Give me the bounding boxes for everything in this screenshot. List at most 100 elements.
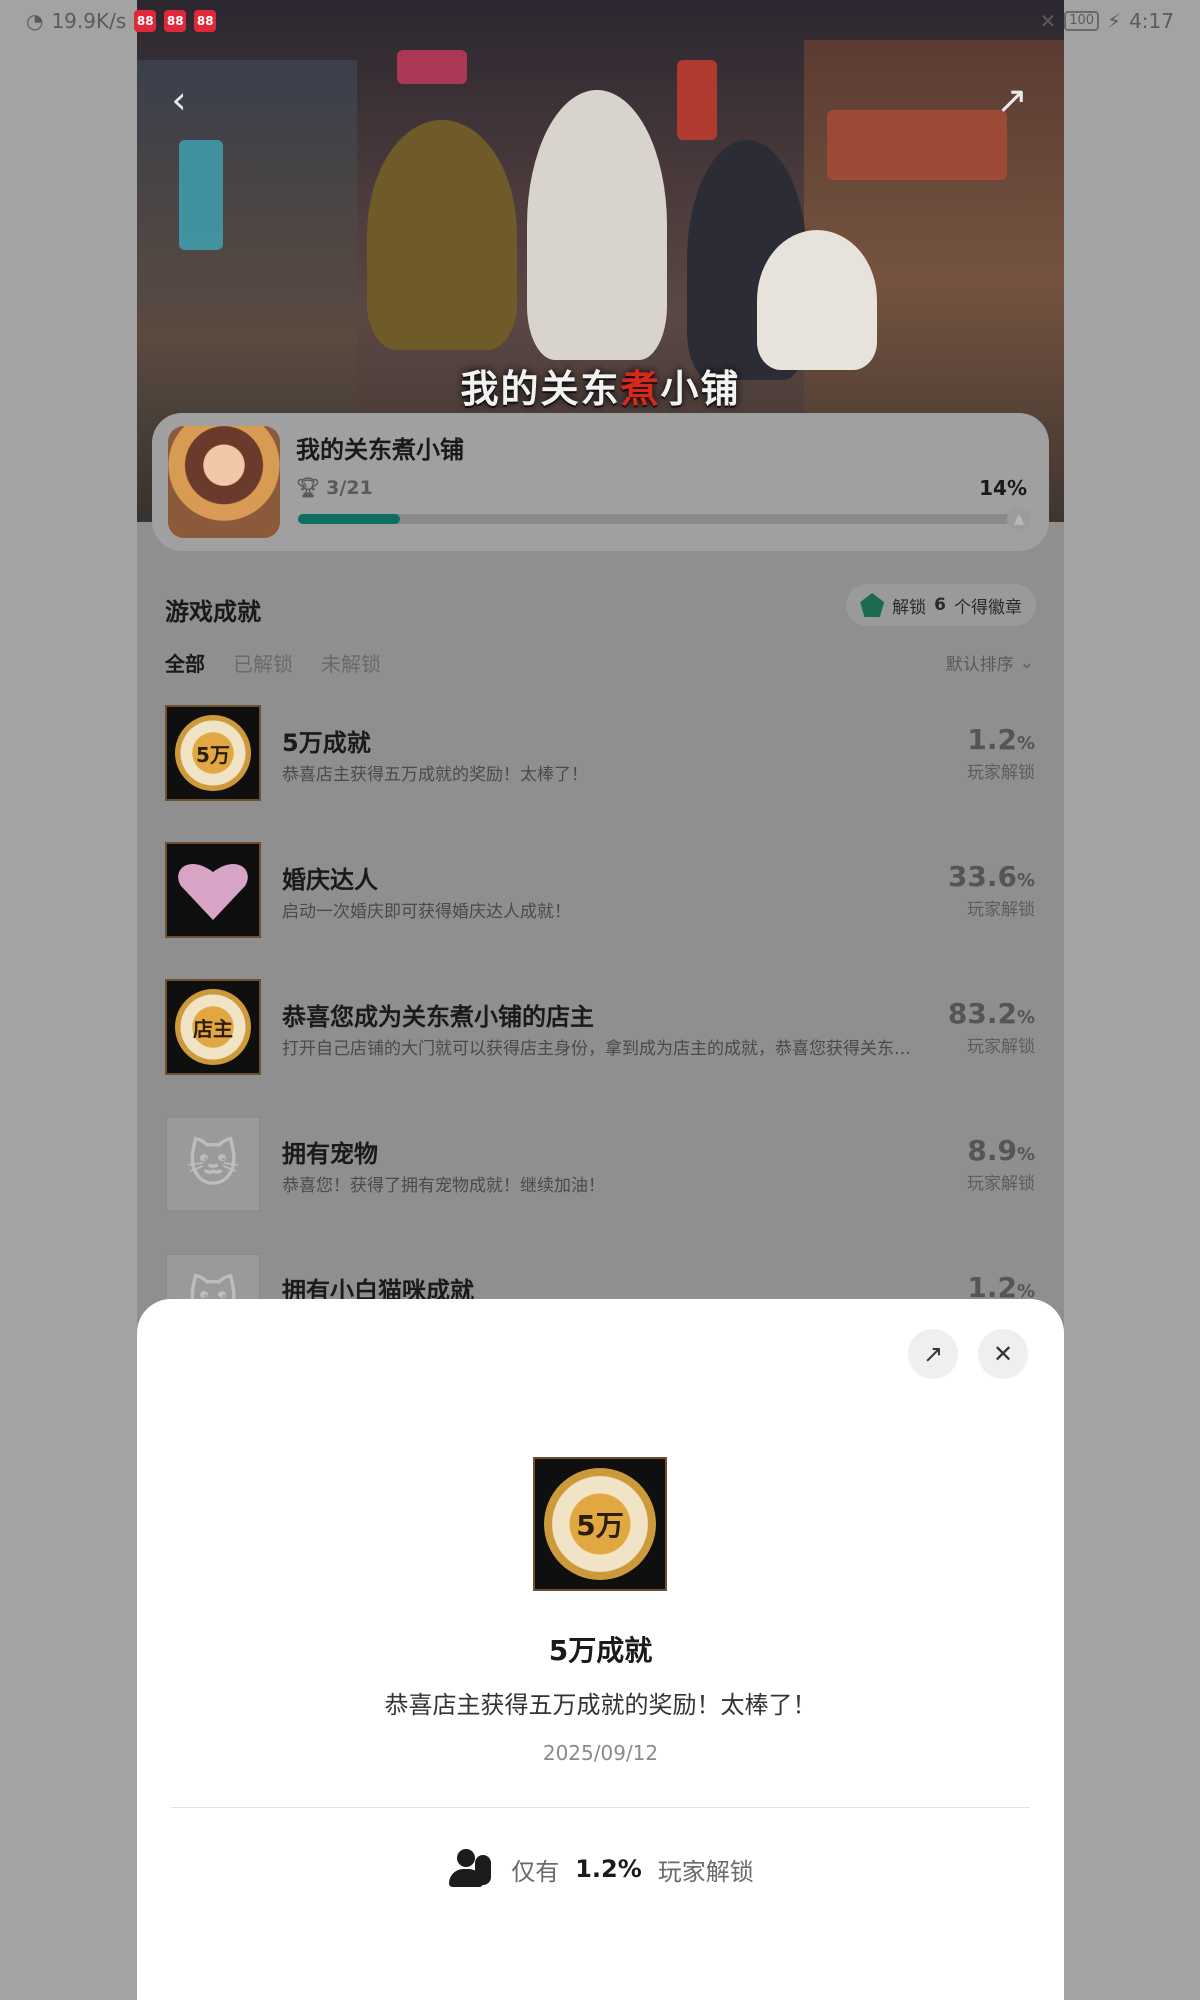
hero-title-suffix: 小铺 xyxy=(660,367,741,411)
sheet-close-button[interactable]: ✕ xyxy=(978,1329,1028,1379)
list-item[interactable]: 婚庆达人 启动一次婚庆即可获得婚庆达人成就！ 33.6% 玩家解锁 xyxy=(165,842,1035,979)
achievement-rate: 1.2% 玩家解锁 xyxy=(967,723,1035,783)
achievement-desc: 恭喜您！获得了拥有宠物成就！继续加油！ xyxy=(282,1176,605,1196)
sheet-desc: 恭喜店主获得五万成就的奖励！太棒了！ xyxy=(384,1691,817,1719)
rate-percent-sign: % xyxy=(1016,870,1035,891)
sort-label: 默认排序 xyxy=(945,655,1014,675)
close-icon: ✕ xyxy=(992,1340,1014,1368)
achievement-title: 拥有宠物 xyxy=(282,1140,378,1168)
rate-value: 8.9 xyxy=(967,1134,1017,1167)
list-item[interactable]: 店主 恭喜您成为关东煮小铺的店主 打开自己店铺的大门就可以获得店主身份，拿到成为… xyxy=(165,979,1035,1116)
trophy-icon: 🏆︎ xyxy=(296,477,321,499)
app-notification-icon: 88 xyxy=(134,10,157,32)
hero-robot xyxy=(367,120,517,350)
rate-value: 83.2 xyxy=(947,997,1017,1030)
rate-value: 1.2 xyxy=(967,723,1017,756)
achievement-rate: 83.2% 玩家解锁 xyxy=(948,997,1035,1057)
progress-fill xyxy=(298,514,401,524)
achievement-icon: 5万 xyxy=(165,705,261,801)
rate-label: 玩家解锁 xyxy=(967,763,1035,783)
rate-percent-sign: % xyxy=(1016,1007,1035,1028)
badge-text-suffix: 个得徽章 xyxy=(954,597,1022,618)
hero-neon-sign xyxy=(827,110,1007,180)
sheet-achievement-icon: 5万 xyxy=(533,1457,667,1591)
achievement-icon: 店主 xyxy=(165,979,261,1075)
silent-icon: ✕ xyxy=(1039,9,1057,33)
list-item[interactable]: 🐱︎ 拥有宠物 恭喜您！获得了拥有宠物成就！继续加油！ 8.9% 玩家解锁 xyxy=(165,1116,1035,1253)
tab-locked[interactable]: 未解锁 xyxy=(321,648,381,677)
wifi-icon: ◔ xyxy=(26,9,44,33)
clock: 4:17 xyxy=(1129,9,1174,33)
sheet-unlock-stat: 仅有 1.2% 玩家解锁 xyxy=(137,1849,1064,1889)
achievement-desc: 恭喜店主获得五万成就的奖励！太棒了！ xyxy=(282,765,588,785)
achievement-icon xyxy=(165,842,261,938)
progress-end-icon: ▲ xyxy=(1007,507,1031,531)
heart-icon xyxy=(177,858,249,922)
list-item[interactable]: 5万 5万成就 恭喜店主获得五万成就的奖励！太棒了！ 1.2% 玩家解锁 xyxy=(165,705,1035,842)
progress-bar: ▲ xyxy=(298,507,1031,531)
sort-dropdown[interactable]: 默认排序 ⌄ xyxy=(945,650,1034,676)
achievement-list: 5万 5万成就 恭喜店主获得五万成就的奖励！太棒了！ 1.2% 玩家解锁 婚庆达… xyxy=(165,705,1035,1390)
rate-value: 33.6 xyxy=(947,860,1017,893)
game-info-card[interactable]: 我的关东煮小铺 🏆︎ 3/21 14% ▲ xyxy=(152,413,1049,551)
rate-label: 玩家解锁 xyxy=(967,1174,1035,1194)
tab-all[interactable]: 全部 xyxy=(165,648,205,677)
stat-value: 1.2% xyxy=(575,1855,642,1883)
network-speed: 19.9K/s xyxy=(51,9,127,33)
achievement-detail-sheet: ↗ ✕ 5万 5万成就 恭喜店主获得五万成就的奖励！太棒了！ 2025/09/1… xyxy=(137,1299,1064,2000)
share-icon: ↗ xyxy=(922,1340,944,1368)
game-meta: 我的关东煮小铺 🏆︎ 3/21 14% ▲ xyxy=(296,426,1033,538)
hero-neon-sign xyxy=(677,60,717,140)
achievement-title: 婚庆达人 xyxy=(282,866,378,894)
hero-neon-sign xyxy=(179,140,223,250)
rate-percent-sign: % xyxy=(1016,733,1035,754)
badge-unlock-pill[interactable]: 解锁 6 个得徽章 xyxy=(846,584,1036,626)
cat-icon: 🐱︎ xyxy=(186,1135,240,1193)
hero-title-accent: 煮 xyxy=(620,367,661,411)
chevron-left-icon: ‹ xyxy=(171,78,187,122)
stat-prefix: 仅有 xyxy=(511,1857,560,1886)
achievement-rate: 33.6% 玩家解锁 xyxy=(948,860,1035,920)
trophy-count: 3/21 xyxy=(326,476,373,499)
trophy-row: 🏆︎ 3/21 xyxy=(296,476,373,500)
hero-penguin xyxy=(757,230,877,370)
boss-medal-icon: 店主 xyxy=(175,989,251,1065)
section-title: 游戏成就 xyxy=(165,598,261,626)
sheet-title: 5万成就 xyxy=(548,1634,653,1667)
users-icon xyxy=(447,1849,495,1889)
badge-count: 6 xyxy=(934,595,946,615)
rate-percent-sign: % xyxy=(1016,1144,1035,1165)
badge-gem-icon xyxy=(860,593,885,617)
hero-bunny-girl xyxy=(527,90,667,360)
battery-icon: 100 xyxy=(1064,11,1100,31)
hero-title-prefix: 我的关东 xyxy=(460,367,621,411)
sheet-divider xyxy=(171,1807,1030,1808)
medal-icon: 5万 xyxy=(544,1468,656,1580)
status-right: ✕ 100 ⚡ 4:17 xyxy=(1039,9,1174,33)
share-icon: ↗ xyxy=(996,78,1028,122)
stat-suffix: 玩家解锁 xyxy=(657,1857,754,1886)
back-button[interactable]: ‹ xyxy=(157,78,201,122)
sheet-share-button[interactable]: ↗ xyxy=(908,1329,958,1379)
game-thumbnail xyxy=(168,426,280,538)
tab-unlocked[interactable]: 已解锁 xyxy=(233,648,293,677)
charging-icon: ⚡ xyxy=(1107,9,1122,33)
share-button[interactable]: ↗ xyxy=(990,78,1034,122)
app-notification-icon: 88 xyxy=(164,10,187,32)
hero-neon-sign xyxy=(397,50,467,84)
medal-icon: 5万 xyxy=(175,715,251,791)
status-left: ◔ 19.9K/s 88 88 88 xyxy=(26,9,217,33)
status-bar: ◔ 19.9K/s 88 88 88 ✕ 100 ⚡ 4:17 xyxy=(0,0,1200,42)
achievement-icon: 🐱︎ xyxy=(165,1116,261,1212)
sheet-date: 2025/09/12 xyxy=(542,1741,659,1765)
game-name: 我的关东煮小铺 xyxy=(296,436,464,464)
rate-label: 玩家解锁 xyxy=(967,1037,1035,1057)
chevron-down-icon: ⌄ xyxy=(1019,652,1034,673)
filter-tabs: 全部 已解锁 未解锁 xyxy=(165,648,381,677)
hero-title: 我的关东煮小铺 xyxy=(137,358,1064,413)
achievement-desc: 打开自己店铺的大门就可以获得店主身份，拿到成为店主的成就，恭喜您获得关东煮小铺的… xyxy=(282,1039,912,1059)
achievement-title: 5万成就 xyxy=(282,729,371,757)
app-notification-icon: 88 xyxy=(194,10,217,32)
achievement-desc: 启动一次婚庆即可获得婚庆达人成就！ xyxy=(282,902,571,922)
achievement-rate: 8.9% 玩家解锁 xyxy=(967,1134,1035,1194)
